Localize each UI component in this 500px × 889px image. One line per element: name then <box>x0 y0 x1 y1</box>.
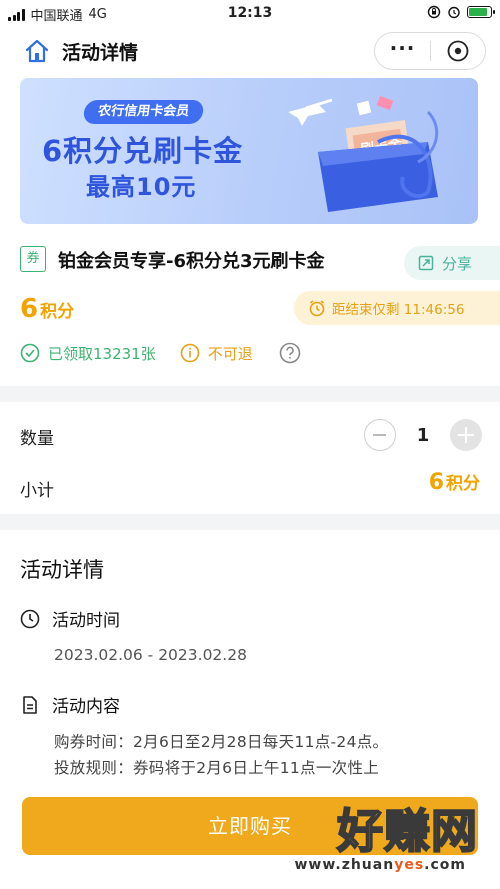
quantity-value: 1 <box>416 424 430 446</box>
product-title: 铂金会员专享-6积分兑3元刷卡金 <box>58 251 325 272</box>
content-line: 购券时间：2月6日至2月28日每天11点-24点。 <box>54 733 389 751</box>
document-icon <box>23 695 37 714</box>
banner-headline: 6积分兑刷卡金 <box>42 134 244 168</box>
watermark-url-part: www.zhuan <box>294 857 395 873</box>
home-icon[interactable] <box>24 38 50 64</box>
clock: 12:13 <box>227 5 273 21</box>
alarm-icon <box>448 6 460 19</box>
lock-rotation-icon <box>427 5 441 19</box>
subtotal-amount: 6 积分 <box>429 469 480 495</box>
more-icon[interactable]: ··· <box>375 38 430 58</box>
gift-box-illustration: 刷卡金 <box>288 95 439 212</box>
countdown-text: 距结束仅剩 11:46:56 <box>332 302 465 318</box>
status-bar: 中国联通 4G 12:13 <box>0 0 500 28</box>
bottom-action-bar: 立即购买 好赚网 www.zhuanyes.com <box>0 785 500 889</box>
price-points: 6 积分 <box>20 294 74 324</box>
quantity-card: 数量 1 小计 6 积分 <box>0 402 500 514</box>
points-unit: 积分 <box>40 302 75 322</box>
quantity-label: 数量 <box>20 429 54 449</box>
question-icon <box>279 342 301 364</box>
decrease-button[interactable] <box>364 419 396 451</box>
watermark-brand: 好赚网 <box>336 803 478 859</box>
claimed-count: 已领取13231张 <box>20 343 156 364</box>
battery-icon <box>467 6 495 18</box>
increase-button[interactable] <box>450 419 482 451</box>
share-button[interactable]: 分享 <box>404 246 500 280</box>
points-value: 6 <box>20 294 39 324</box>
navigation-bar: 活动详情 ··· <box>0 28 500 76</box>
banner-subline: 最高10元 <box>86 173 197 201</box>
activity-details-card: 活动详情 活动时间 2023.02.06 - 2023.02.28 活动内容 购… <box>0 530 500 800</box>
help-button[interactable] <box>279 342 301 364</box>
miniprogram-capsule: ··· <box>374 32 486 70</box>
watermark-url: www.zhuanyes.com <box>294 857 466 873</box>
coupon-meta: 已领取13231张 不可退 <box>20 342 301 364</box>
info-icon <box>180 343 200 363</box>
share-label: 分享 <box>442 254 473 273</box>
banner-tag: 农行信用卡会员 <box>82 100 205 124</box>
quantity-stepper: 1 <box>364 419 482 451</box>
share-icon <box>418 255 434 271</box>
product-card: 农行信用卡会员 6积分兑刷卡金 最高10元 刷卡金 券 铂金会员专享-6积分兑3… <box>0 76 500 386</box>
claimed-text: 已领取13231张 <box>48 344 156 363</box>
page-title: 活动详情 <box>62 42 139 64</box>
countdown-badge: 距结束仅剩 11:46:56 <box>294 291 500 325</box>
clock-icon <box>20 609 40 628</box>
subtotal-label: 小计 <box>20 481 54 501</box>
subtotal-unit: 积分 <box>446 474 480 494</box>
close-miniprogram-icon <box>447 40 469 62</box>
subtotal-value: 6 <box>428 470 444 495</box>
promo-banner: 农行信用卡会员 6积分兑刷卡金 最高10元 刷卡金 <box>20 78 478 224</box>
details-heading: 活动详情 <box>20 558 104 582</box>
non-refundable-text: 不可退 <box>207 344 253 363</box>
activity-time-label: 活动时间 <box>52 611 120 631</box>
content-line: 投放规则：券码将于2月6日上午11点一次性上 <box>54 759 380 777</box>
coupon-badge: 券 <box>20 246 46 272</box>
activity-time-section: 活动时间 <box>20 606 120 631</box>
site-watermark: 好赚网 www.zhuanyes.com <box>288 795 488 885</box>
watermark-url-highlight: yes <box>394 857 425 873</box>
watermark-url-part: .com <box>424 857 466 873</box>
activity-content-label: 活动内容 <box>52 697 120 717</box>
alarm-clock-icon <box>309 300 325 317</box>
activity-date-range: 2023.02.06 - 2023.02.28 <box>54 646 247 664</box>
check-circle-icon <box>20 343 40 363</box>
non-refundable-note: 不可退 <box>180 343 253 364</box>
activity-content-section: 活动内容 <box>20 692 120 717</box>
close-miniprogram-button[interactable] <box>431 39 485 63</box>
